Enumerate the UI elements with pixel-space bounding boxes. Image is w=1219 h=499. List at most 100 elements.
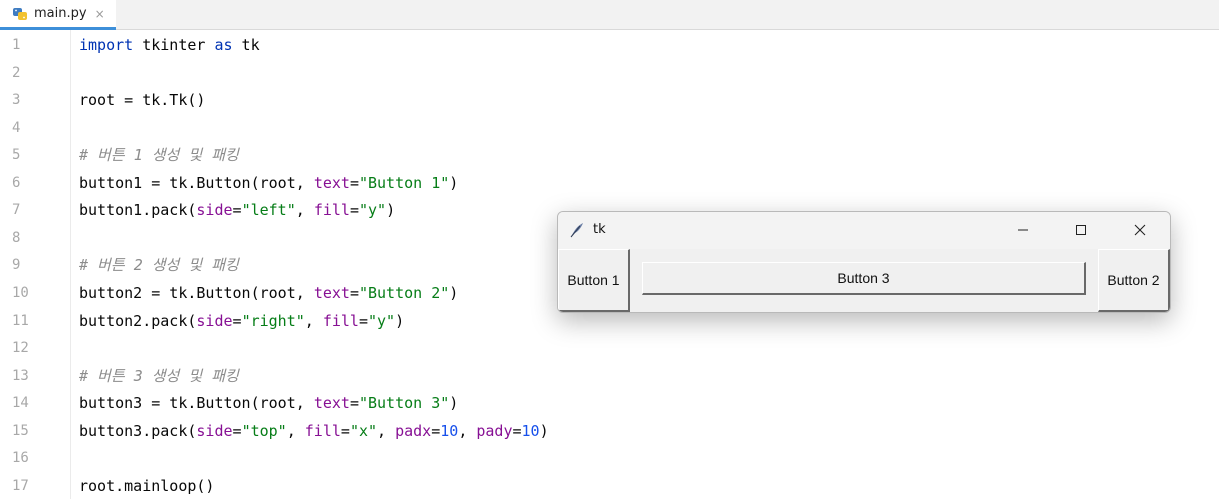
code-token: "Button 1" bbox=[358, 173, 450, 192]
code-token: ) bbox=[449, 394, 459, 413]
code-token: 10 bbox=[521, 421, 540, 440]
line-number: 15 bbox=[12, 422, 29, 439]
code-token: fill bbox=[322, 311, 359, 330]
line-number: 6 bbox=[12, 174, 21, 191]
button-1[interactable]: Button 1 bbox=[558, 249, 630, 312]
code-token: "y" bbox=[368, 311, 396, 330]
code-token: "right" bbox=[241, 311, 305, 330]
code-line[interactable]: root = tk.Tk() bbox=[79, 90, 205, 110]
line-number: 8 bbox=[12, 229, 21, 246]
code-line[interactable]: import tkinter as tk bbox=[79, 35, 260, 55]
code-token: = bbox=[512, 421, 522, 440]
code-token: , bbox=[295, 201, 314, 220]
code-line[interactable]: # 버튼 2 생성 및 패킹 bbox=[79, 255, 239, 275]
code-token: ) bbox=[386, 201, 396, 220]
minimize-icon bbox=[1017, 221, 1029, 240]
minimize-button[interactable] bbox=[1000, 212, 1046, 249]
line-number: 3 bbox=[12, 92, 21, 109]
code-token: = bbox=[358, 311, 368, 330]
tab-close-icon[interactable]: × bbox=[95, 7, 105, 21]
code-token: text bbox=[313, 394, 350, 413]
button-3[interactable]: Button 3 bbox=[642, 262, 1086, 295]
code-token: = bbox=[232, 421, 242, 440]
line-number: 11 bbox=[12, 312, 29, 329]
code-token: button2 = tk.Button(root, bbox=[79, 283, 314, 302]
code-line[interactable]: button2 = tk.Button(root, text="Button 2… bbox=[79, 283, 458, 303]
code-token: tk bbox=[232, 36, 260, 54]
code-token: = bbox=[349, 394, 359, 413]
code-token: = bbox=[232, 311, 242, 330]
button-2[interactable]: Button 2 bbox=[1098, 249, 1170, 312]
code-line[interactable]: button3.pack(side="top", fill="x", padx=… bbox=[79, 421, 549, 441]
code-token: = bbox=[431, 421, 441, 440]
line-number: 17 bbox=[12, 477, 29, 494]
code-token: = bbox=[349, 201, 359, 220]
code-token: ) bbox=[539, 421, 549, 440]
code-token: = bbox=[349, 283, 359, 302]
code-token: ) bbox=[449, 173, 459, 192]
maximize-icon bbox=[1075, 221, 1087, 240]
code-token: side bbox=[196, 311, 233, 330]
code-token: import bbox=[79, 36, 134, 54]
code-token: # 버튼 3 생성 및 패킹 bbox=[79, 366, 239, 385]
code-token: button1 = tk.Button(root, bbox=[79, 173, 314, 192]
code-token: side bbox=[196, 201, 233, 220]
tab-label: main.py bbox=[34, 6, 87, 21]
code-token: tkinter bbox=[133, 36, 215, 54]
code-token: as bbox=[214, 36, 233, 54]
code-line[interactable]: button1.pack(side="left", fill="y") bbox=[79, 200, 395, 220]
code-token: = bbox=[232, 201, 242, 220]
code-token: "Button 2" bbox=[358, 283, 450, 302]
line-number: 4 bbox=[12, 119, 21, 136]
code-line[interactable]: # 버튼 1 생성 및 패킹 bbox=[79, 145, 239, 165]
code-token: "top" bbox=[241, 421, 287, 440]
editor-tab-bar: main.py × bbox=[0, 0, 1219, 30]
code-token: fill bbox=[304, 421, 341, 440]
code-token: "Button 3" bbox=[358, 394, 450, 413]
code-token: "y" bbox=[358, 201, 387, 220]
code-token: text bbox=[313, 173, 350, 192]
code-token: # 버튼 1 생성 및 패킹 bbox=[79, 146, 239, 165]
code-token: pady bbox=[476, 421, 513, 440]
code-token: "x" bbox=[349, 421, 378, 440]
code-token: button3.pack( bbox=[79, 421, 197, 440]
line-number: 5 bbox=[12, 147, 21, 164]
code-token: , bbox=[304, 311, 323, 330]
code-line[interactable]: button3 = tk.Button(root, text="Button 3… bbox=[79, 393, 458, 413]
code-token: , bbox=[458, 421, 477, 440]
line-number: 9 bbox=[12, 257, 21, 274]
close-icon bbox=[1134, 221, 1146, 240]
line-number: 1 bbox=[12, 37, 21, 53]
tab-main-py[interactable]: main.py × bbox=[0, 0, 116, 30]
line-number: 13 bbox=[12, 367, 29, 384]
line-number: 12 bbox=[12, 340, 29, 357]
code-token: button1.pack( bbox=[79, 201, 197, 220]
code-line[interactable]: button1 = tk.Button(root, text="Button 1… bbox=[79, 173, 458, 193]
code-line[interactable]: button2.pack(side="right", fill="y") bbox=[79, 311, 404, 331]
line-number: 7 bbox=[12, 202, 21, 219]
code-token: 10 bbox=[440, 421, 459, 440]
code-line[interactable]: # 버튼 3 생성 및 패킹 bbox=[79, 366, 239, 386]
code-token: button2.pack( bbox=[79, 311, 197, 330]
maximize-button[interactable] bbox=[1058, 212, 1104, 249]
line-number: 16 bbox=[12, 450, 29, 467]
code-token: , bbox=[377, 421, 396, 440]
code-token: text bbox=[313, 283, 350, 302]
code-token: = bbox=[340, 421, 350, 440]
code-token: padx bbox=[395, 421, 432, 440]
tk-window[interactable]: tk Button 1 Button 3 Button 2 bbox=[557, 211, 1171, 313]
line-number: 2 bbox=[12, 64, 21, 81]
code-token: fill bbox=[313, 201, 350, 220]
close-button[interactable] bbox=[1117, 212, 1163, 249]
code-line[interactable]: root.mainloop() bbox=[79, 476, 214, 496]
line-number-gutter bbox=[0, 30, 71, 499]
code-token: = bbox=[349, 173, 359, 192]
code-token: root.mainloop() bbox=[79, 476, 215, 495]
code-token: root = tk.Tk() bbox=[79, 91, 206, 110]
line-number: 14 bbox=[12, 395, 29, 412]
window-title: tk bbox=[593, 222, 606, 237]
code-token: side bbox=[196, 421, 233, 440]
code-token: # 버튼 2 생성 및 패킹 bbox=[79, 256, 239, 275]
window-title-bar[interactable]: tk bbox=[558, 212, 1170, 249]
code-token: "left" bbox=[241, 201, 296, 220]
